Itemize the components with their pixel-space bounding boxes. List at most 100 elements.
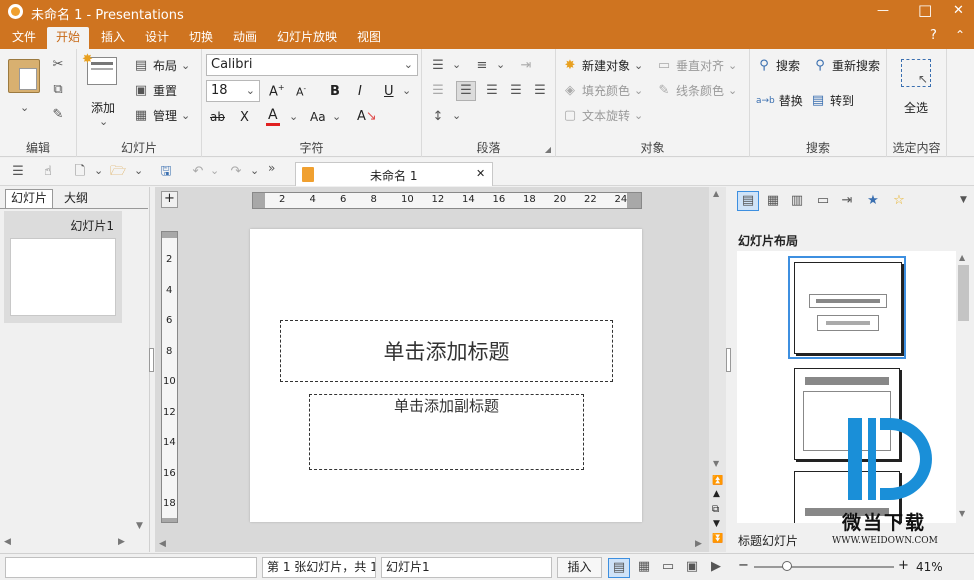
line-spacing-dropdown-icon[interactable]: ⌄ <box>452 109 461 122</box>
touch-mode-icon[interactable]: ☝ <box>40 164 56 180</box>
subtitle-placeholder[interactable]: 单击添加副标题 <box>309 394 584 470</box>
slide-layout-pane-icon[interactable]: ▤ <box>737 191 759 211</box>
redo-icon[interactable]: ↷ <box>228 164 244 180</box>
indent-icon[interactable]: ⇥ <box>518 58 534 74</box>
notes-pane-icon[interactable]: ▭ <box>815 193 831 209</box>
slideshow-view-icon[interactable]: ▶ <box>708 559 724 575</box>
editor-scroll-right-icon[interactable]: ▶ <box>695 539 702 549</box>
app-logo-icon[interactable] <box>8 4 23 19</box>
search-button[interactable]: ⚲ 搜索 <box>756 57 800 74</box>
clear-format-button[interactable]: X <box>240 110 249 125</box>
slide-thumbnail-item[interactable]: 幻灯片1 <box>4 211 122 323</box>
redo-dropdown-icon[interactable]: ⌄ <box>250 164 259 177</box>
ribbon-collapse-icon[interactable]: ⌃ <box>955 28 965 42</box>
cut-icon[interactable]: ✂ <box>50 57 66 73</box>
numbered-list-dropdown-icon[interactable]: ⌄ <box>496 58 505 71</box>
bold-button[interactable]: B <box>330 84 340 99</box>
help-button[interactable]: ? <box>930 28 937 43</box>
slide-thumbnail[interactable] <box>10 238 116 316</box>
text-effect-icon[interactable]: A↘ <box>357 109 377 124</box>
minimize-button[interactable]: — <box>877 3 889 17</box>
format-painter-icon[interactable]: ✎ <box>50 107 66 123</box>
tab-home[interactable]: 开始 <box>47 27 90 49</box>
editor-slide-icon[interactable]: ⧉ <box>712 504 719 515</box>
italic-button[interactable]: I <box>358 84 362 99</box>
tab-design[interactable]: 设计 <box>136 27 178 49</box>
align-center-icon[interactable]: ☰ <box>484 83 500 99</box>
tab-transition[interactable]: 切换 <box>180 27 222 49</box>
horizontal-ruler[interactable]: 2 4 6 8 10 12 14 16 18 20 22 24 <box>252 192 642 209</box>
ruler-origin-icon[interactable]: + <box>161 191 178 208</box>
reset-button[interactable]: ▣ 重置 <box>133 82 177 99</box>
editor-vertical-scrollbar[interactable]: ▲ ▼ ⏫ ▲ ⧉ ▼ ⏬ <box>709 187 726 552</box>
paste-dropdown-icon[interactable]: ⌄ <box>20 101 29 114</box>
gallery-scroll-up-icon[interactable]: ▲ <box>959 253 965 262</box>
align-left-icon[interactable]: ☰ <box>456 81 476 101</box>
new-document-icon[interactable]: 🗋 <box>72 164 88 180</box>
menu-icon[interactable]: ☰ <box>10 164 26 180</box>
research-button[interactable]: ⚲ 重新搜索 <box>812 57 880 74</box>
paragraph-dialog-icon[interactable]: ◢ <box>545 145 551 154</box>
gallery-scroll-thumb[interactable] <box>958 265 969 321</box>
close-button[interactable]: ✕ <box>953 3 964 18</box>
add-slide-button[interactable]: 添加 <box>91 99 115 116</box>
layout-button[interactable]: ▤ 布局 ⌄ <box>133 57 190 74</box>
fill-color-button[interactable]: ◈ 填充颜色 ⌄ <box>562 82 643 99</box>
tab-slides[interactable]: 幻灯片 <box>5 189 54 208</box>
vertical-ruler[interactable]: 2 4 6 8 10 12 14 16 18 <box>161 231 178 523</box>
change-case-button[interactable]: Aa <box>310 110 326 124</box>
underline-dropdown-icon[interactable]: ⌄ <box>402 84 411 97</box>
editor-next-slide-icon[interactable]: ▼ <box>713 519 720 529</box>
save-icon[interactable]: 🖫 <box>158 164 174 180</box>
favorite-icon[interactable]: ☆ <box>891 193 907 209</box>
slide-canvas[interactable]: 单击添加标题 单击添加副标题 <box>250 229 642 522</box>
add-slide-dropdown-icon[interactable]: ⌄ <box>99 115 108 128</box>
open-folder-dropdown-icon[interactable]: ⌄ <box>134 164 143 177</box>
goto-button[interactable]: ▤ 转到 <box>810 92 854 109</box>
left-pane-scroll-left-icon[interactable]: ◀ <box>4 537 11 547</box>
tab-outline[interactable]: 大纲 <box>58 190 94 208</box>
notes-view-icon[interactable]: ▭ <box>660 559 676 575</box>
transition-pane-icon[interactable]: ⇥ <box>839 193 855 209</box>
editor-scroll-down-icon[interactable]: ▼ <box>713 459 719 468</box>
new-object-button[interactable]: ✸ 新建对象 ⌄ <box>562 57 644 74</box>
font-color-dropdown-icon[interactable]: ⌄ <box>289 110 298 123</box>
font-size-select[interactable]: 18 ⌄ <box>206 80 260 102</box>
animation-pane-icon[interactable]: ★ <box>865 193 881 209</box>
line-spacing-icon[interactable]: ↕ <box>430 109 446 125</box>
bullet-list-icon[interactable]: ☰ <box>430 58 446 74</box>
editor-first-slide-icon[interactable]: ⏫ <box>712 476 723 486</box>
editor-scroll-up-icon[interactable]: ▲ <box>713 189 719 198</box>
design-pane-icon[interactable]: ▦ <box>765 193 781 209</box>
title-placeholder[interactable]: 单击添加标题 <box>280 320 613 382</box>
select-all-button[interactable]: 全选 <box>904 99 928 116</box>
tab-file[interactable]: 文件 <box>3 27 45 49</box>
align-right-icon[interactable]: ☰ <box>508 83 524 99</box>
toolbar-more-icon[interactable]: » <box>268 161 275 175</box>
font-name-select[interactable]: Calibri ⌄ <box>206 54 418 76</box>
select-all-icon[interactable]: ↖ <box>901 59 931 87</box>
layout-item-title-slide[interactable] <box>788 256 906 359</box>
bullet-list-dropdown-icon[interactable]: ⌄ <box>452 58 461 71</box>
vertical-align-button[interactable]: ▭ 垂直对齐 ⌄ <box>656 57 737 74</box>
slide-sorter-icon[interactable]: ▦ <box>636 559 652 575</box>
editor-prev-slide-icon[interactable]: ▲ <box>713 489 720 499</box>
undo-dropdown-icon[interactable]: ⌄ <box>210 164 219 177</box>
left-pane-scroll-right-icon[interactable]: ▶ <box>118 537 125 547</box>
open-folder-icon[interactable]: 🗁 <box>110 164 126 180</box>
shrink-font-icon[interactable]: A- <box>296 85 306 99</box>
tab-view[interactable]: 视图 <box>348 27 390 49</box>
document-tab[interactable]: 未命名 1 ✕ <box>295 162 493 186</box>
gallery-scroll-down-icon[interactable]: ▼ <box>959 509 965 518</box>
insert-mode-button[interactable]: 插入 <box>557 557 602 578</box>
copy-icon[interactable]: ⧉ <box>50 82 66 98</box>
editor-last-slide-icon[interactable]: ⏬ <box>712 534 723 544</box>
paste-icon[interactable] <box>8 59 40 93</box>
zoom-slider[interactable] <box>754 561 894 571</box>
add-slide-icon[interactable]: ✸ <box>82 52 117 85</box>
change-case-dropdown-icon[interactable]: ⌄ <box>332 110 341 123</box>
new-document-dropdown-icon[interactable]: ⌄ <box>94 164 103 177</box>
color-scheme-icon[interactable]: ▥ <box>789 193 805 209</box>
underline-button[interactable]: U <box>384 84 394 99</box>
replace-button[interactable]: a→b 替换 <box>756 92 803 109</box>
